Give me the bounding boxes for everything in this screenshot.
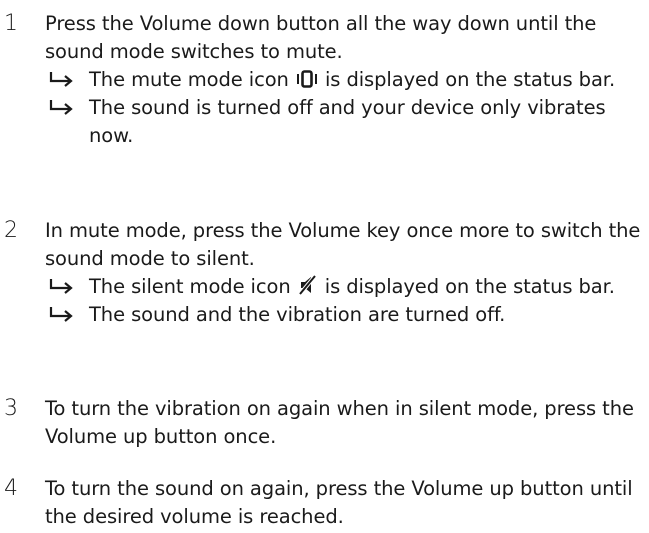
step-number: 3 xyxy=(4,396,18,421)
step-text: To turn the sound on again, press the Vo… xyxy=(45,475,643,531)
result-arrow-icon xyxy=(49,307,73,322)
step-text: Press the Volume down button all the way… xyxy=(45,10,643,150)
step-instruction: In mute mode, press the Volume key once … xyxy=(45,219,641,270)
step-text: To turn the vibration on again when in s… xyxy=(45,395,643,451)
result-arrow-icon xyxy=(49,279,73,294)
vibrate-icon xyxy=(296,70,317,88)
step-result: The mute mode icon is displayed on the s… xyxy=(45,66,643,94)
step-result: The sound and the vibration are turned o… xyxy=(45,301,643,329)
step-result: The sound is turned off and your device … xyxy=(45,94,643,150)
step-instruction: To turn the vibration on again when in s… xyxy=(45,397,634,448)
step-number: 2 xyxy=(4,218,18,243)
step-number: 1 xyxy=(4,11,18,36)
step-number: 4 xyxy=(4,476,18,501)
silent-mode-icon xyxy=(298,274,317,296)
result-text-before: The silent mode icon xyxy=(89,275,297,298)
result-text-after: is displayed on the status bar. xyxy=(318,275,615,298)
result-text: The sound and the vibration are turned o… xyxy=(89,303,506,326)
step-instruction: To turn the sound on again, press the Vo… xyxy=(45,477,633,528)
step-instruction: Press the Volume down button all the way… xyxy=(45,12,597,63)
result-text-after: is displayed on the status bar. xyxy=(318,68,616,91)
result-arrow-icon xyxy=(49,100,73,115)
step-text: In mute mode, press the Volume key once … xyxy=(45,217,643,329)
result-text: The sound is turned off and your device … xyxy=(89,96,606,147)
result-arrow-icon xyxy=(49,72,73,87)
instructions-page: 1 Press the Volume down button all the w… xyxy=(0,0,649,533)
result-text-before: The mute mode icon xyxy=(89,68,295,91)
step-result: The silent mode icon is displayed on the… xyxy=(45,273,643,301)
